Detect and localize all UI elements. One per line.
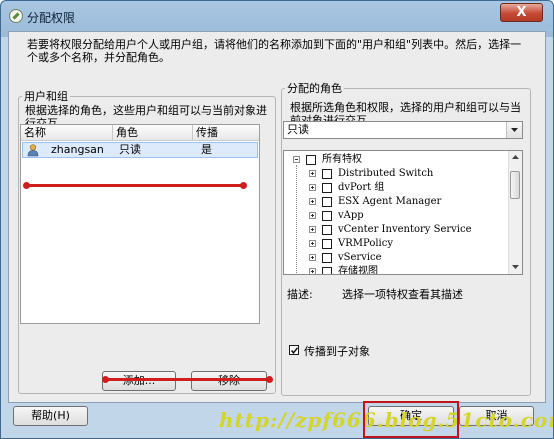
privilege-checkbox[interactable]	[322, 253, 332, 263]
privilege-tree[interactable]: 所有特权 Distributed Switch dvPort 组 ESX Age…	[283, 150, 523, 275]
chevron-down-icon[interactable]	[506, 122, 522, 138]
expand-icon[interactable]	[309, 268, 316, 274]
annotation-dot	[240, 182, 247, 189]
scroll-up-icon[interactable]	[512, 155, 519, 159]
user-role-cell: 只读	[119, 143, 141, 156]
expand-icon[interactable]	[309, 198, 316, 205]
assign-permissions-dialog: 分配权限 X 若要将权限分配给用户个人或用户组，请将他们的名称添加到下面的"用户…	[0, 0, 554, 439]
role-select-value: 只读	[287, 123, 309, 136]
privilege-checkbox[interactable]	[322, 183, 332, 193]
propagate-label[interactable]: 传播到子对象	[304, 343, 370, 359]
tree-item[interactable]: 存储视图	[284, 265, 504, 274]
intro-text: 若要将权限分配给用户个人或用户组，请将他们的名称添加到下面的"用户和组"列表中。…	[27, 38, 522, 64]
tree-scrollbar[interactable]	[508, 151, 522, 274]
tree-item[interactable]: vService	[284, 251, 504, 265]
tree-item[interactable]: vApp	[284, 209, 504, 223]
privilege-checkbox[interactable]	[322, 225, 332, 235]
expand-icon[interactable]	[309, 254, 316, 261]
help-button[interactable]: 帮助(H)	[13, 406, 88, 426]
close-icon: X	[516, 5, 527, 20]
tree-item[interactable]: Distributed Switch	[284, 167, 504, 181]
column-header-propagate[interactable]: 传播	[193, 125, 259, 140]
remove-button[interactable]: 移除	[191, 371, 267, 391]
expand-icon[interactable]	[309, 240, 316, 247]
scroll-thumb[interactable]	[510, 171, 520, 199]
collapse-icon[interactable]	[293, 156, 300, 163]
annotation-dot	[266, 376, 273, 383]
window-title: 分配权限	[27, 11, 76, 25]
privilege-checkbox[interactable]	[322, 169, 332, 179]
expand-icon[interactable]	[309, 212, 316, 219]
privilege-checkbox[interactable]	[322, 211, 332, 221]
expand-icon[interactable]	[309, 170, 316, 177]
users-group-title: 用户和组	[22, 90, 70, 103]
user-icon	[27, 144, 39, 160]
propagate-checkbox[interactable]	[289, 345, 299, 355]
permissions-icon	[9, 9, 23, 23]
expand-icon[interactable]	[309, 184, 316, 191]
table-row[interactable]: zhangsan 只读 是	[22, 142, 258, 158]
expand-icon[interactable]	[309, 226, 316, 233]
users-list-header: 名称 角色 传播	[21, 125, 259, 141]
annotation-highlight-box	[363, 401, 459, 438]
privilege-checkbox[interactable]	[306, 155, 316, 165]
privilege-checkbox[interactable]	[322, 239, 332, 249]
users-list[interactable]: 名称 角色 传播 zhangsan 只读 是	[20, 124, 260, 324]
tree-item[interactable]: vCenter Inventory Service	[284, 223, 504, 237]
role-select[interactable]: 只读	[283, 121, 523, 139]
scroll-down-icon[interactable]	[512, 265, 519, 269]
tree-item-all-privileges[interactable]: 所有特权	[284, 153, 504, 167]
annotation-underline	[27, 184, 243, 187]
user-name-cell: zhangsan	[51, 143, 104, 156]
description-text: 选择一项特权查看其描述	[342, 288, 463, 301]
tree-item[interactable]: dvPort 组	[284, 181, 504, 195]
tree-item[interactable]: ESX Agent Manager	[284, 195, 504, 209]
assigned-role-title: 分配的角色	[285, 82, 344, 95]
title-bar[interactable]: 分配权限 X	[1, 1, 553, 35]
checkmark-icon	[290, 347, 299, 354]
close-button[interactable]: X	[500, 3, 543, 22]
column-header-name[interactable]: 名称	[21, 125, 113, 140]
tree-item[interactable]: VRMPolicy	[284, 237, 504, 251]
description-label: 描述:	[287, 288, 313, 301]
privilege-checkbox[interactable]	[322, 197, 332, 207]
privilege-checkbox[interactable]	[322, 267, 332, 274]
column-header-role[interactable]: 角色	[113, 125, 193, 140]
add-button[interactable]: 添加...	[102, 371, 176, 391]
user-propagate-cell: 是	[201, 143, 212, 156]
annotation-underline	[105, 378, 269, 381]
